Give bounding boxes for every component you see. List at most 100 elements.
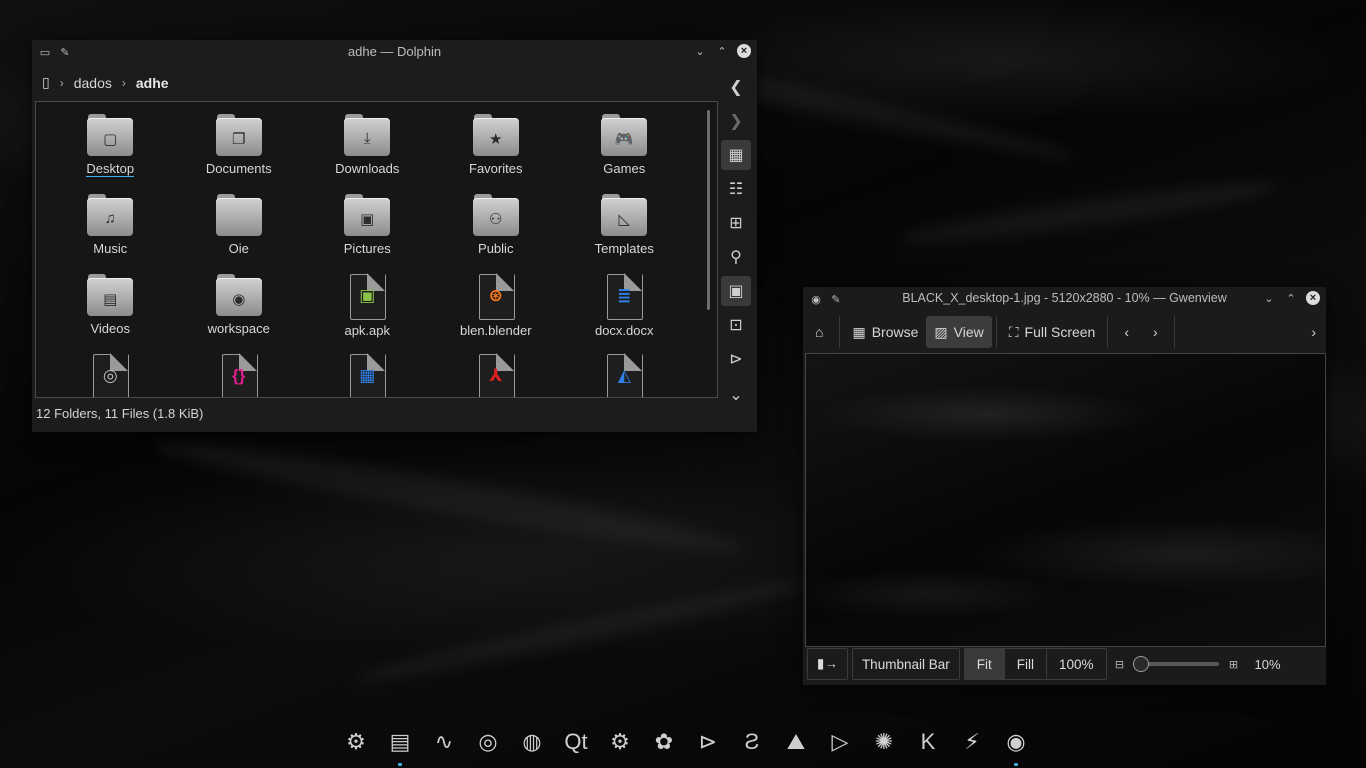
- home-button[interactable]: ⌂: [803, 316, 835, 348]
- image-icon: ▨: [934, 323, 948, 340]
- gwenview-titlebar[interactable]: ◉ ✎ BLACK_X_desktop-1.jpg - 5120x2880 - …: [803, 287, 1326, 311]
- icons-view-button[interactable]: ▦: [721, 140, 751, 170]
- qt-icon[interactable]: Qt: [556, 722, 596, 762]
- browser-globe-icon[interactable]: ◍: [512, 722, 552, 762]
- folder-icon: ▣: [344, 194, 391, 236]
- folder-item[interactable]: ★ Favorites: [432, 102, 561, 182]
- folder-icon: [215, 194, 262, 236]
- folder-item[interactable]: ▣ Pictures: [303, 182, 432, 262]
- forward-button[interactable]: ❯: [721, 106, 751, 136]
- file-item[interactable]: {}: [175, 342, 304, 397]
- search-icon[interactable]: ⚲: [721, 242, 751, 272]
- file-item[interactable]: ⅄: [432, 342, 561, 397]
- gwenview-toolbar: ⌂ ▦ Browse ▨ View ⛶ Full Screen ‹ › ›: [803, 313, 1326, 351]
- chevron-right-icon: ›: [1153, 324, 1158, 340]
- window-title: adhe — Dolphin: [347, 44, 442, 59]
- file-item[interactable]: ≣ docx.docx: [560, 262, 689, 342]
- device-icon[interactable]: ▯: [42, 74, 50, 91]
- maximize-icon[interactable]: ⌃: [715, 44, 729, 58]
- sublime-icon[interactable]: Ƨ: [732, 722, 772, 762]
- dolphin-window: ▭ ✎ adhe — Dolphin ⌄ ⌃ × ▯ › dados › adh…: [32, 40, 757, 432]
- close-icon[interactable]: ×: [1306, 291, 1320, 305]
- folder-item[interactable]: ◉ workspace: [175, 262, 304, 342]
- files-icon[interactable]: ▤: [380, 722, 420, 766]
- krita-icon[interactable]: ✺: [864, 722, 904, 762]
- zoom-slider-knob[interactable]: [1132, 656, 1149, 672]
- running-indicator: [398, 763, 402, 766]
- item-label: Videos: [90, 321, 130, 336]
- next-button[interactable]: ›: [1141, 316, 1170, 348]
- file-item[interactable]: ◭: [560, 342, 689, 397]
- details-view-button[interactable]: ⊞: [721, 208, 751, 238]
- minimize-icon[interactable]: ⌄: [693, 44, 707, 58]
- system-monitor-icon[interactable]: ∿: [424, 722, 464, 762]
- status-bar-text: 12 Folders, 11 Files (1.8 KiB): [36, 406, 204, 421]
- chevron-left-icon: ‹: [1124, 324, 1130, 340]
- eye-icon[interactable]: ◉: [996, 722, 1036, 766]
- folder-icon: ♫: [87, 194, 134, 236]
- vertical-scrollbar[interactable]: [707, 110, 710, 310]
- folder-item[interactable]: ▤ Videos: [46, 262, 175, 342]
- folder-item[interactable]: Oie: [175, 182, 304, 262]
- file-icon: ≣: [607, 273, 644, 320]
- item-label: Downloads: [335, 161, 400, 176]
- terminal-icon[interactable]: ⊳: [688, 722, 728, 762]
- folder-icon: 🎮: [601, 114, 648, 156]
- folder-item[interactable]: ⚇ Public: [432, 182, 561, 262]
- dock: ⚙ ▤ ∿ ◎ ◍ Qt ⚙ ✿ ⊳ Ƨ ⛰ ▷ ✺ K ⚡ ◉: [336, 722, 1036, 766]
- item-label: Templates: [594, 241, 654, 256]
- item-label: Oie: [228, 241, 249, 256]
- item-label: docx.docx: [594, 323, 654, 338]
- thumbnail-bar-button[interactable]: Thumbnail Bar: [851, 648, 960, 680]
- view-button[interactable]: ▨ View: [926, 316, 992, 348]
- dolphin-titlebar[interactable]: ▭ ✎ adhe — Dolphin ⌄ ⌃ ×: [32, 40, 757, 64]
- minimize-icon[interactable]: ⌄: [1262, 291, 1276, 305]
- update-icon[interactable]: ⚙: [600, 722, 640, 762]
- kdenlive-icon[interactable]: K: [908, 722, 948, 762]
- compact-view-button[interactable]: ☷: [721, 174, 751, 204]
- gwenview-window: ◉ ✎ BLACK_X_desktop-1.jpg - 5120x2880 - …: [803, 287, 1326, 685]
- breadcrumb-adhe[interactable]: adhe: [136, 75, 169, 91]
- zoom-slider[interactable]: [1132, 656, 1219, 672]
- file-item[interactable]: ◎: [46, 342, 175, 397]
- previous-button[interactable]: ‹: [1112, 316, 1141, 348]
- file-item[interactable]: ▦: [303, 342, 432, 397]
- toggle-sidebar-button[interactable]: ▮→: [807, 648, 848, 680]
- split-view-icon[interactable]: ⊡: [721, 310, 751, 340]
- folder-item[interactable]: ❐ Documents: [175, 102, 304, 182]
- file-item[interactable]: ▣ apk.apk: [303, 262, 432, 342]
- settings-icon[interactable]: ⚙: [336, 722, 376, 762]
- file-item[interactable]: ⊛ blen.blender: [432, 262, 561, 342]
- zoom-out-icon[interactable]: ⊟: [1113, 657, 1127, 671]
- view-label: View: [953, 324, 984, 340]
- folder-item[interactable]: 🎮 Games: [560, 102, 689, 182]
- zoom-mode-group: Fit Fill 100%: [963, 648, 1107, 680]
- chevron-down-icon[interactable]: ⌄: [721, 380, 751, 410]
- media-player-icon[interactable]: ▷: [820, 722, 860, 762]
- browser-icon[interactable]: ◎: [468, 722, 508, 762]
- fit-button[interactable]: Fit: [964, 649, 1005, 679]
- chevron-right-icon: ›: [59, 75, 64, 90]
- file-view[interactable]: ▢ Desktop ❐ Documents ⤓ Downloads ★ Favorites 🎮 G…: [35, 101, 718, 398]
- browse-button[interactable]: ▦ Browse: [844, 316, 926, 348]
- inkscape-icon[interactable]: ⛰: [776, 722, 816, 762]
- breadcrumb-dados[interactable]: dados: [74, 75, 112, 91]
- maximize-icon[interactable]: ⌃: [1284, 291, 1298, 305]
- fullscreen-button[interactable]: ⛶ Full Screen: [1001, 316, 1104, 348]
- terminal-icon[interactable]: ⊳: [721, 344, 751, 374]
- preview-icon[interactable]: ▣: [721, 276, 751, 306]
- fill-button[interactable]: Fill: [1005, 649, 1047, 679]
- waveform-icon[interactable]: ⚡: [952, 722, 992, 762]
- close-icon[interactable]: ×: [737, 44, 751, 58]
- gimp-icon[interactable]: ✿: [644, 722, 684, 762]
- folder-icon: ▤: [87, 274, 134, 316]
- zoom-100-button[interactable]: 100%: [1047, 649, 1106, 679]
- zoom-in-icon[interactable]: ⊞: [1227, 657, 1241, 671]
- back-button[interactable]: ❮: [721, 72, 751, 102]
- folder-item[interactable]: ▢ Desktop: [46, 102, 175, 182]
- image-canvas[interactable]: [805, 353, 1326, 647]
- folder-item[interactable]: ♫ Music: [46, 182, 175, 262]
- folder-item[interactable]: ◺ Templates: [560, 182, 689, 262]
- more-toolbar-button[interactable]: ›: [1301, 316, 1326, 348]
- folder-item[interactable]: ⤓ Downloads: [303, 102, 432, 182]
